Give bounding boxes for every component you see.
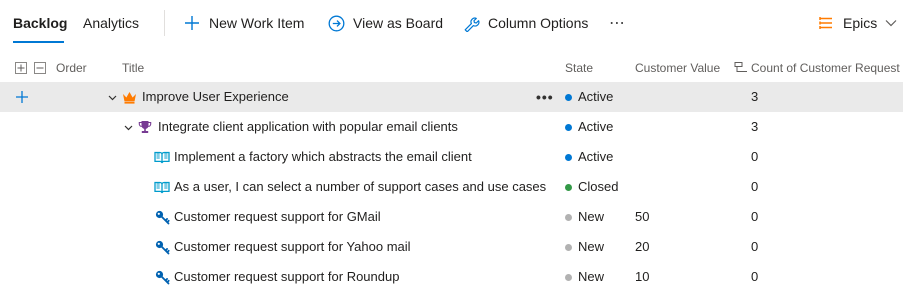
column-header-order[interactable]: Order	[56, 61, 87, 75]
count-cell: 0	[751, 149, 759, 164]
work-item-title[interactable]: Customer request support for Roundup	[174, 262, 399, 292]
key-icon	[154, 232, 170, 262]
state-cell: New	[565, 202, 604, 232]
customer-value-cell: 20	[635, 239, 650, 254]
expand-all-icon[interactable]	[15, 62, 27, 74]
state-cell: Active	[565, 82, 613, 112]
table-row[interactable]: Customer request support for GMail New 5…	[0, 202, 903, 232]
work-item-title[interactable]: Implement a factory which abstracts the …	[174, 142, 472, 172]
state-label: Active	[578, 89, 614, 104]
column-options-button[interactable]: Column Options	[462, 12, 588, 34]
work-item-title[interactable]: Improve User Experience	[142, 82, 289, 112]
tab-backlog[interactable]: Backlog	[13, 14, 67, 32]
state-label: Active	[578, 119, 614, 134]
view-as-board-label: View as Board	[353, 15, 444, 31]
trophy-icon	[137, 112, 153, 142]
column-header-state[interactable]: State	[565, 61, 593, 75]
table-row[interactable]: Implement a factory which abstracts the …	[0, 142, 903, 172]
count-cell: 0	[751, 269, 759, 284]
backlog-levels-icon	[817, 14, 835, 32]
count-cell: 3	[751, 119, 759, 134]
state-label: New	[578, 209, 605, 224]
toolbar-divider	[164, 10, 165, 36]
arrow-circle-icon	[327, 14, 345, 32]
count-cell: 0	[751, 239, 759, 254]
key-icon	[154, 262, 170, 292]
state-cell: New	[565, 232, 604, 262]
table-row[interactable]: As a user, I can select a number of supp…	[0, 172, 903, 202]
crown-icon	[121, 82, 137, 112]
state-label: Active	[578, 149, 614, 164]
key-icon	[154, 202, 170, 232]
new-work-item-button[interactable]: New Work Item	[183, 12, 304, 34]
table-row[interactable]: Integrate client application with popula…	[0, 112, 903, 142]
column-header-count-label: Count of Customer Request	[751, 61, 900, 75]
view-as-board-button[interactable]: View as Board	[327, 12, 443, 34]
work-item-title[interactable]: Customer request support for GMail	[174, 202, 381, 232]
wrench-icon	[462, 14, 480, 32]
backlog-level-label: Epics	[843, 15, 878, 31]
rollup-icon	[734, 62, 747, 72]
customer-value-cell: 50	[635, 209, 650, 224]
work-item-title[interactable]: Integrate client application with popula…	[158, 112, 458, 142]
state-dot	[565, 153, 572, 161]
column-header-customer-value[interactable]: Customer Value	[635, 61, 720, 75]
more-actions-button[interactable]: ⋯	[609, 12, 626, 34]
state-dot	[565, 273, 572, 281]
state-dot	[565, 183, 572, 191]
count-cell: 0	[751, 179, 759, 194]
active-tab-indicator	[13, 41, 64, 43]
state-dot	[565, 123, 572, 131]
book-icon	[154, 172, 170, 202]
chevron-down-icon[interactable]	[123, 112, 133, 142]
work-item-title[interactable]: Customer request support for Yahoo mail	[174, 232, 411, 262]
column-header-count[interactable]: Count of Customer Request	[734, 61, 900, 75]
state-label: New	[578, 269, 605, 284]
new-work-item-label: New Work Item	[209, 15, 305, 31]
work-item-title[interactable]: As a user, I can select a number of supp…	[174, 172, 546, 202]
add-child-icon[interactable]	[15, 82, 29, 112]
plus-icon	[183, 14, 201, 32]
state-cell: Closed	[565, 172, 618, 202]
chevron-down-icon[interactable]	[107, 82, 117, 112]
tab-analytics[interactable]: Analytics	[83, 14, 139, 32]
state-dot	[565, 93, 572, 101]
column-options-label: Column Options	[488, 15, 589, 31]
state-label: Closed	[578, 179, 619, 194]
state-label: New	[578, 239, 605, 254]
chevron-down-icon	[885, 17, 897, 29]
table-row[interactable]: Customer request support for Yahoo mail …	[0, 232, 903, 262]
state-dot	[565, 213, 572, 221]
state-cell: New	[565, 262, 604, 292]
backlog-level-selector[interactable]: Epics	[817, 12, 897, 34]
grid-header: Order Title State Customer Value Count o…	[0, 56, 903, 80]
top-toolbar: Backlog Analytics New Work Item View as …	[0, 0, 903, 46]
customer-value-cell: 10	[635, 269, 650, 284]
state-dot	[565, 243, 572, 251]
count-cell: 0	[751, 209, 759, 224]
count-cell: 3	[751, 89, 759, 104]
column-header-title[interactable]: Title	[122, 61, 144, 75]
state-cell: Active	[565, 142, 613, 172]
table-row[interactable]: Customer request support for Roundup New…	[0, 262, 903, 292]
row-more-actions-button[interactable]: •••	[536, 82, 554, 112]
state-cell: Active	[565, 112, 613, 142]
book-icon	[154, 142, 170, 172]
table-row[interactable]: Improve User Experience ••• Active 3	[0, 82, 903, 112]
collapse-all-icon[interactable]	[34, 62, 46, 74]
